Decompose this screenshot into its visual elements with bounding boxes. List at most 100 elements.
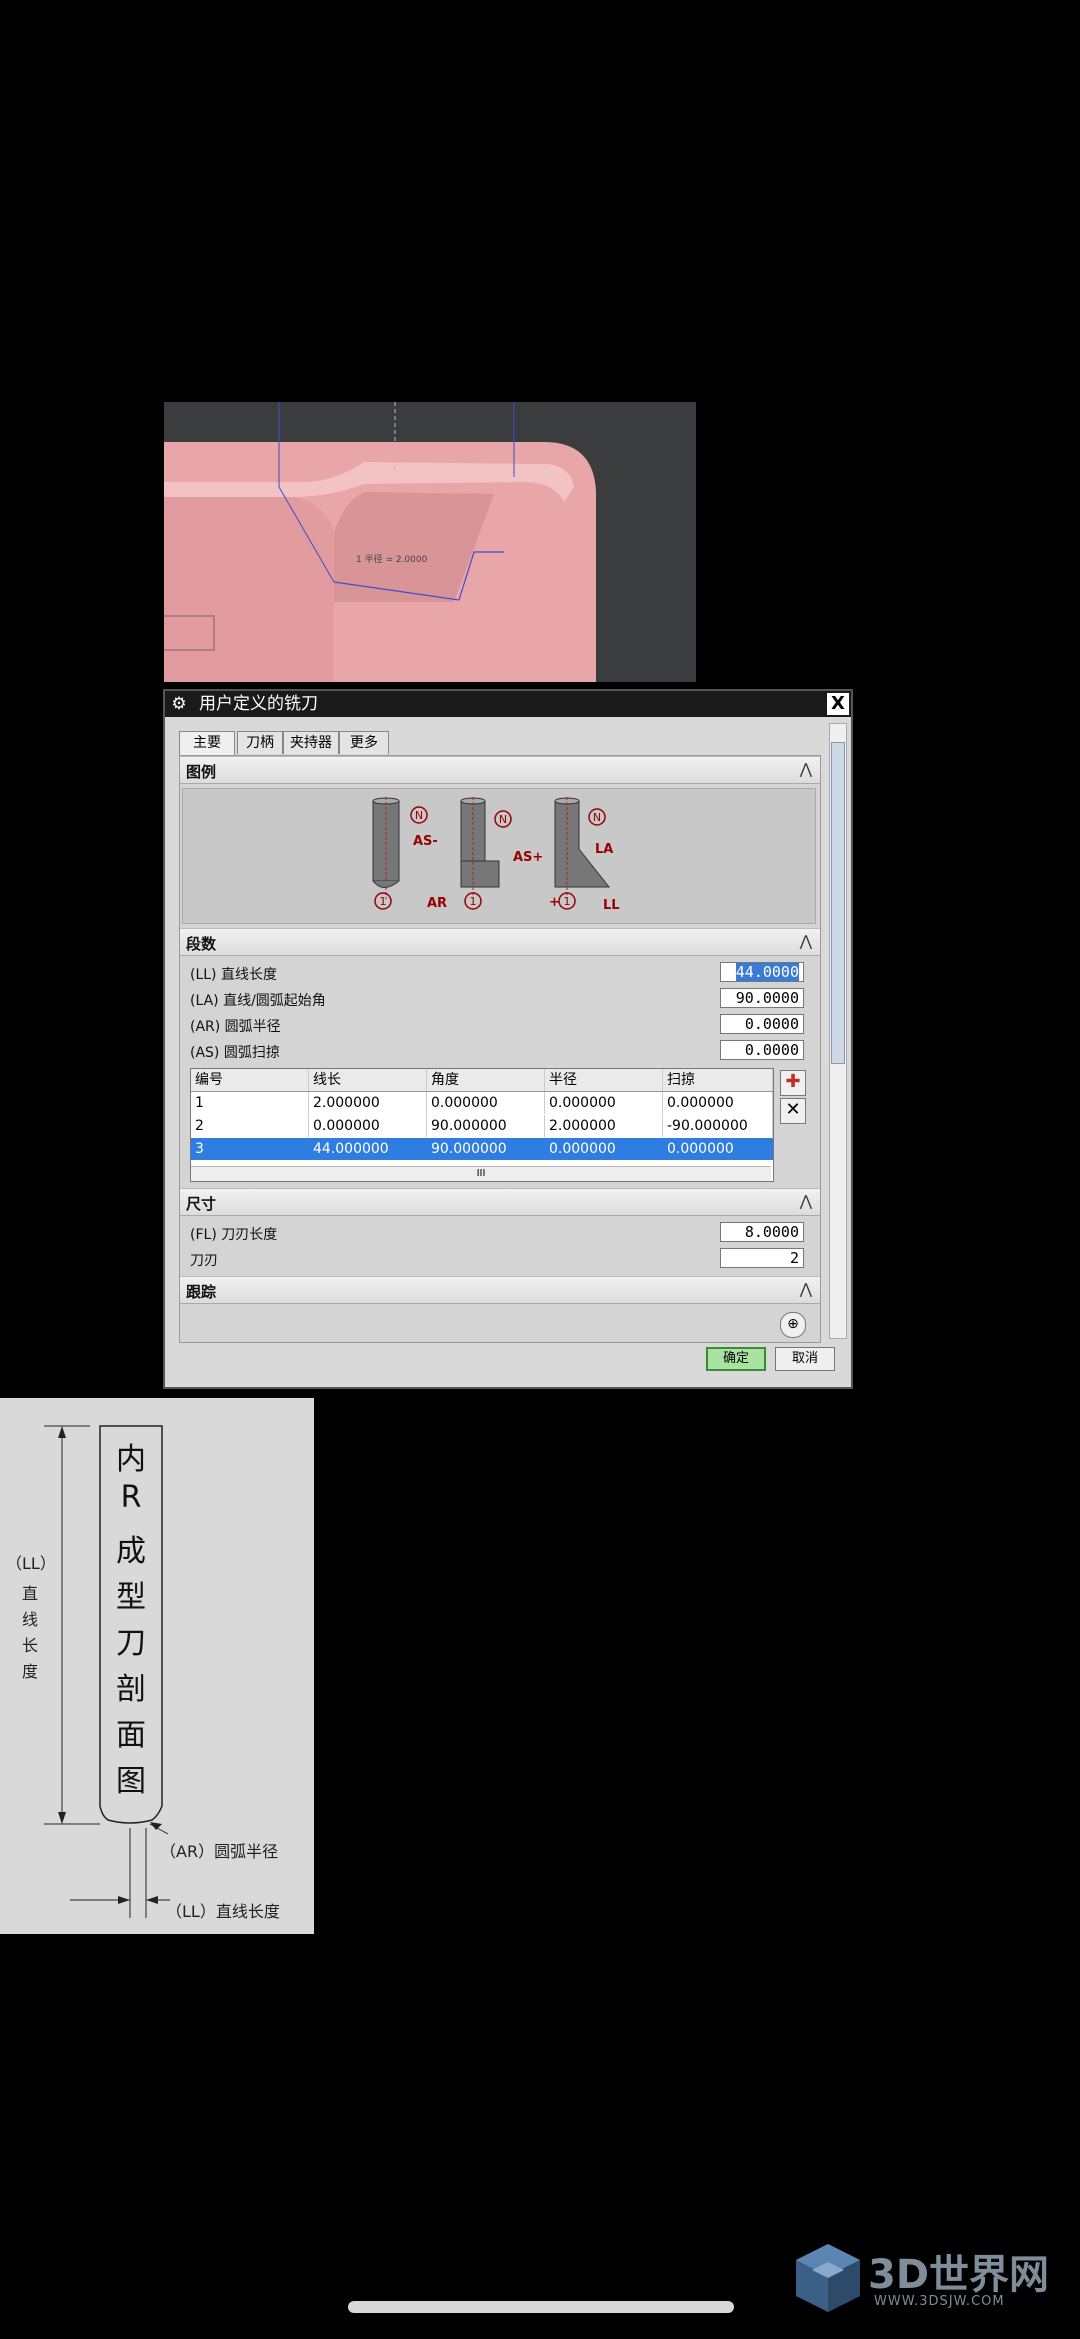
- legend-one-2: 1: [470, 895, 477, 908]
- dialog-title: 用户定义的铣刀: [199, 694, 318, 714]
- legend-as-minus: AS-: [413, 834, 438, 849]
- section-segments-header[interactable]: 段数 ⋀: [180, 928, 820, 956]
- ll-vertical-char: 直: [22, 1584, 39, 1603]
- segments-table: 编号 线长 角度 半径 扫掠 1 2.000000 0.000000 0.000…: [190, 1068, 774, 1182]
- param-la-label: (LA) 直线/圆弧起始角: [190, 993, 326, 1009]
- title-char: 面: [116, 1718, 146, 1753]
- tab-holder[interactable]: 刀柄: [237, 731, 283, 754]
- ll-vertical-label: （LL）: [6, 1554, 56, 1573]
- user-defined-mill-dialog: ⚙ 用户定义的铣刀 X 主要 刀柄 夹持器 更多 图例 ⋀ N 1 AS- AR…: [163, 689, 853, 1389]
- table-cell: 3: [191, 1138, 309, 1160]
- ll-vertical-char: 长: [22, 1636, 39, 1655]
- param-ll-input[interactable]: 44.0000: [720, 962, 804, 982]
- table-cell: 0.000000: [545, 1138, 663, 1160]
- section-segments-label: 段数: [186, 935, 217, 953]
- dim-flutes-input[interactable]: 2: [720, 1248, 804, 1268]
- param-ar-input[interactable]: 0.0000: [720, 1014, 804, 1034]
- title-char: 图: [116, 1764, 146, 1799]
- table-cell: 0.000000: [427, 1092, 545, 1114]
- section-legend-label: 图例: [186, 763, 217, 781]
- chevron-up-icon[interactable]: ⋀: [800, 1192, 812, 1210]
- chevron-up-icon[interactable]: ⋀: [800, 1280, 812, 1298]
- title-char: 内: [116, 1442, 146, 1477]
- section-legend-header[interactable]: 图例 ⋀: [180, 756, 820, 784]
- cad-viewport[interactable]: 1 半径 = 2.0000: [164, 402, 696, 682]
- title-char: 刀: [116, 1626, 146, 1661]
- title-char: R: [120, 1480, 142, 1515]
- legend-ll: LL: [603, 898, 620, 913]
- section-dimensions-header[interactable]: 尺寸 ⋀: [180, 1188, 820, 1216]
- dialog-titlebar: ⚙ 用户定义的铣刀 X: [165, 691, 851, 717]
- section-tracking-header[interactable]: 跟踪 ⋀: [180, 1276, 820, 1304]
- tab-more[interactable]: 更多: [339, 731, 389, 754]
- tracking-point-icon[interactable]: ⊕: [780, 1312, 806, 1338]
- param-ll-value: 44.0000: [735, 963, 799, 981]
- dim-flutes-label: 刀刃: [190, 1253, 218, 1269]
- table-cell: 0.000000: [663, 1092, 773, 1114]
- cancel-button[interactable]: 取消: [775, 1347, 835, 1371]
- table-cell: -90.000000: [663, 1115, 773, 1137]
- table-horizontal-scrollbar[interactable]: III: [191, 1166, 771, 1181]
- legend-plus: +: [549, 895, 560, 910]
- legend-la: LA: [595, 842, 613, 857]
- ll-vertical-char: 度: [22, 1662, 39, 1681]
- param-la-input[interactable]: 90.0000: [720, 988, 804, 1008]
- section-tracking-label: 跟踪: [186, 1283, 217, 1301]
- table-cell: 2.000000: [309, 1092, 427, 1114]
- delete-segment-icon[interactable]: ✕: [780, 1098, 806, 1124]
- dim-fl-input[interactable]: 8.0000: [720, 1222, 804, 1242]
- scrollbar-thumb[interactable]: [831, 742, 845, 1064]
- gear-icon: ⚙: [171, 694, 187, 714]
- param-ll-label: (LL) 直线长度: [190, 967, 277, 983]
- param-as-input[interactable]: 0.0000: [720, 1040, 804, 1060]
- dim-fl-label: (FL) 刀刃长度: [190, 1227, 278, 1243]
- radius-annotation: 1 半径 = 2.0000: [356, 555, 428, 565]
- col-header-sweep[interactable]: 扫掠: [663, 1069, 773, 1091]
- ar-label: （AR）圆弧半径: [160, 1842, 279, 1861]
- table-cell: 0.000000: [663, 1138, 773, 1160]
- ok-button[interactable]: 确定: [706, 1347, 766, 1371]
- table-header: 编号 线长 角度 半径 扫掠: [191, 1069, 773, 1092]
- home-indicator[interactable]: [348, 2301, 734, 2313]
- table-cell: 90.000000: [427, 1138, 545, 1160]
- legend-ar: AR: [427, 896, 447, 911]
- chevron-up-icon[interactable]: ⋀: [800, 760, 812, 778]
- close-button[interactable]: X: [827, 693, 849, 715]
- table-row-selected[interactable]: 3 44.000000 90.000000 0.000000 0.000000: [191, 1138, 773, 1160]
- title-char: 成: [116, 1534, 146, 1569]
- ll-label: （LL）直线长度: [166, 1902, 280, 1921]
- title-char: 型: [116, 1580, 146, 1615]
- param-ar-label: (AR) 圆弧半径: [190, 1019, 281, 1035]
- title-char: 剖: [116, 1672, 146, 1707]
- model-render: [164, 402, 696, 682]
- col-header-radius[interactable]: 半径: [545, 1069, 663, 1091]
- col-header-length[interactable]: 线长: [309, 1069, 427, 1091]
- table-cell: 1: [191, 1092, 309, 1114]
- ll-vertical-char: 线: [22, 1610, 39, 1629]
- cube-logo-icon: [796, 2244, 860, 2312]
- legend-n-2: N: [499, 813, 507, 826]
- table-cell: 2.000000: [545, 1115, 663, 1137]
- add-segment-icon[interactable]: ✚: [780, 1070, 806, 1096]
- chevron-up-icon[interactable]: ⋀: [800, 932, 812, 950]
- table-row[interactable]: 1 2.000000 0.000000 0.000000 0.000000: [191, 1092, 773, 1114]
- watermark-brand: 3D世界网: [868, 2252, 1050, 2298]
- dialog-content: 图例 ⋀ N 1 AS- AR N 1 AS+ N 1 + LA LL 段数 ⋀…: [179, 755, 821, 1343]
- watermark: 3D世界网 WWW.3DSJW.COM: [790, 2240, 1060, 2320]
- table-cell: 2: [191, 1115, 309, 1137]
- table-cell: 0.000000: [309, 1115, 427, 1137]
- table-row[interactable]: 2 0.000000 90.000000 2.000000 -90.000000: [191, 1115, 773, 1137]
- col-header-angle[interactable]: 角度: [427, 1069, 545, 1091]
- legend-image: N 1 AS- AR N 1 AS+ N 1 + LA LL: [182, 788, 816, 924]
- watermark-url: WWW.3DSJW.COM: [874, 2294, 1005, 2309]
- tab-clamp[interactable]: 夹持器: [283, 731, 339, 754]
- dialog-vertical-scrollbar[interactable]: [829, 723, 847, 1339]
- param-as-label: (AS) 圆弧扫掠: [190, 1045, 280, 1061]
- table-cell: 90.000000: [427, 1115, 545, 1137]
- inner-r-cutter-profile-diagram: 内 R 成 型 刀 剖 面 图 （LL） 直 线 长 度 （AR）圆弧半径 （L…: [0, 1398, 314, 1934]
- legend-as-plus: AS+: [513, 850, 543, 865]
- legend-n-1: N: [415, 809, 423, 822]
- tab-main[interactable]: 主要: [179, 731, 235, 756]
- legend-one-1: 1: [380, 895, 387, 908]
- col-header-id[interactable]: 编号: [191, 1069, 309, 1091]
